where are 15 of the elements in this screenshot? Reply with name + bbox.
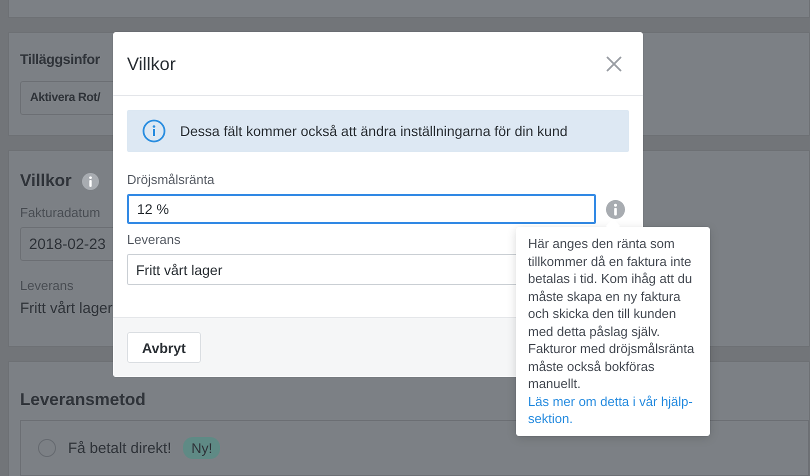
close-button[interactable] — [605, 54, 623, 72]
input-field[interactable]: 12 % — [127, 194, 596, 224]
info-icon — [142, 119, 166, 143]
section-title: Tilläggsinfor — [20, 51, 100, 67]
field-value: Fritt vårt lager — [20, 300, 113, 317]
new-badge: Ny! — [183, 437, 220, 459]
notice-text: Dessa fält kommer också att ändra inställningarna för din kund — [180, 123, 568, 139]
field-label: Leverans — [127, 232, 180, 247]
section-title: Leveransmetod — [20, 390, 146, 410]
field-label: Dröjsmålsränta — [127, 172, 214, 187]
info-icon — [82, 172, 99, 190]
section-title: Villkor — [20, 171, 72, 191]
cancel-button[interactable]: Avbryt — [127, 332, 201, 363]
dialog-title: Villkor — [127, 53, 176, 75]
option-label: Få betalt direkt! — [68, 440, 172, 456]
